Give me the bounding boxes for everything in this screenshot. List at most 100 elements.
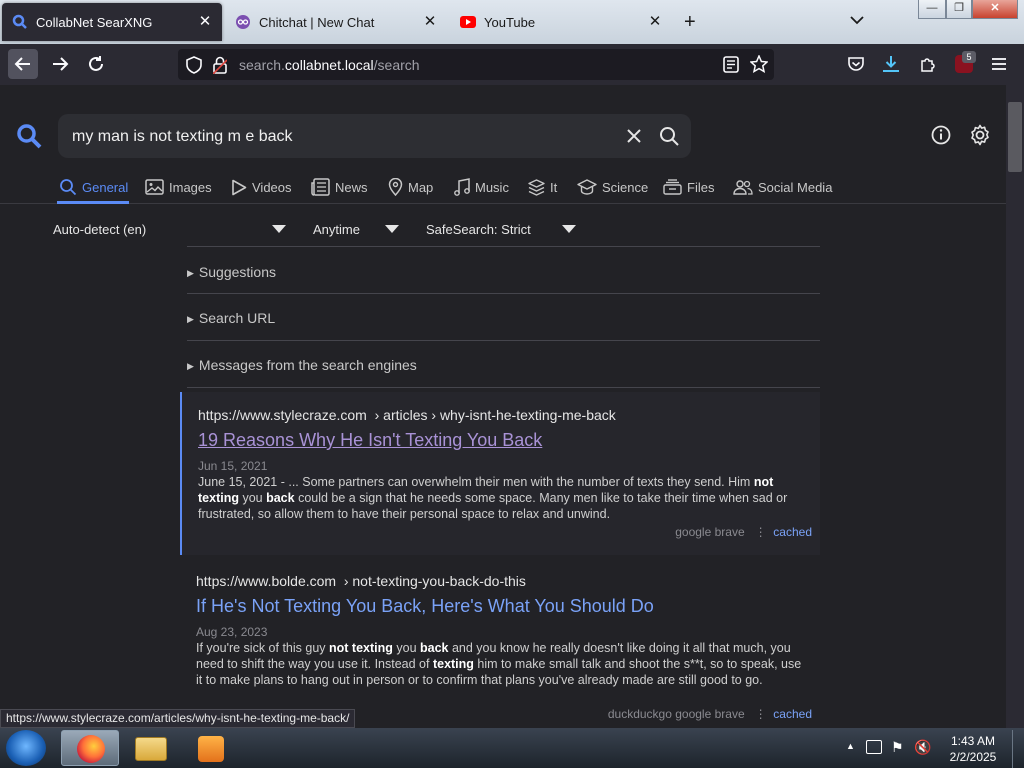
description-text: If you're sick of this guy <box>196 641 329 655</box>
start-button-windows-icon[interactable] <box>6 730 46 766</box>
chevron-down-icon[interactable] <box>850 15 864 25</box>
result-url[interactable]: https://www.bolde.com › not-texting-you-… <box>196 573 526 589</box>
image-icon <box>145 179 164 195</box>
action-center-flag-icon[interactable]: ⚑ <box>891 739 904 756</box>
show-desktop-button[interactable] <box>1012 730 1024 768</box>
category-it[interactable]: It <box>528 177 557 197</box>
tab-collabnet[interactable]: CollabNet SearXNG ✕ <box>2 3 222 41</box>
new-tab-plus-icon[interactable]: + <box>684 12 696 32</box>
search-icon <box>60 179 77 196</box>
settings-gear-icon[interactable] <box>969 124 991 146</box>
network-icon[interactable] <box>866 740 882 754</box>
category-label: Music <box>475 179 509 195</box>
extension-badge: 5 <box>962 51 976 63</box>
category-label: Files <box>687 179 715 195</box>
result-engines: google brave ⋮ cached <box>675 525 812 539</box>
close-icon[interactable]: ✕ <box>196 13 214 31</box>
lock-insecure-icon[interactable] <box>213 56 227 74</box>
expand-triangle-icon: ▶ <box>187 361 194 371</box>
map-pin-icon <box>388 178 403 196</box>
result-url-path: › not-texting-you-back-do-this <box>343 573 526 589</box>
firefox-icon <box>77 735 105 763</box>
search-input[interactable]: my man is not texting m e back <box>72 128 293 146</box>
category-science[interactable]: Science <box>577 177 648 197</box>
close-icon[interactable]: ✕ <box>421 13 439 31</box>
result-title-link[interactable]: If He's Not Texting You Back, Here's Wha… <box>196 596 654 617</box>
category-label: Science <box>602 179 649 195</box>
shield-icon[interactable] <box>186 56 202 74</box>
search-submit-icon[interactable] <box>659 126 679 146</box>
clear-search-icon[interactable] <box>627 129 641 143</box>
media-player-icon <box>198 736 224 762</box>
search-result: https://www.bolde.com › not-texting-you-… <box>180 558 820 728</box>
menu-hamburger-icon[interactable] <box>991 57 1007 71</box>
result-engines: duckduckgo google brave ⋮ cached <box>607 707 812 721</box>
minimize-button[interactable]: — <box>918 0 946 19</box>
info-icon[interactable] <box>931 125 951 145</box>
scrollbar-thumb[interactable] <box>1008 102 1022 172</box>
volume-muted-icon[interactable]: 🔇 <box>914 739 931 756</box>
language-select[interactable]: Auto-detect (en) <box>53 222 146 237</box>
scrollbar-track[interactable] <box>1006 85 1024 728</box>
expand-triangle-icon: ▶ <box>187 314 194 324</box>
category-videos[interactable]: Videos <box>231 177 292 197</box>
category-news[interactable]: News <box>311 177 368 197</box>
category-label: Images <box>169 179 212 195</box>
search-url-panel[interactable]: ▶ Search URL <box>187 310 275 326</box>
engine-list: google brave <box>675 525 745 539</box>
result-description: June 15, 2021 - ... Some partners can ov… <box>198 474 810 522</box>
engine-list: duckduckgo google brave <box>607 707 745 721</box>
taskbar-explorer[interactable] <box>122 730 180 766</box>
suggestions-panel[interactable]: ▶ Suggestions <box>187 264 276 280</box>
time-range-dropdown-icon[interactable] <box>385 225 399 233</box>
category-general[interactable]: General <box>59 177 128 197</box>
back-button[interactable] <box>8 49 38 79</box>
folder-icon <box>135 737 167 761</box>
arrow-right-icon <box>53 57 69 71</box>
time-range-select[interactable]: Anytime <box>313 222 360 237</box>
category-images[interactable]: Images <box>145 177 212 197</box>
result-description: If you're sick of this guy not texting y… <box>196 640 808 688</box>
divider <box>187 246 820 247</box>
result-title-link[interactable]: 19 Reasons Why He Isn't Texting You Back <box>198 430 542 451</box>
clock-time: 1:43 AM <box>950 734 996 748</box>
maximize-button[interactable]: ❐ <box>946 0 972 19</box>
close-icon[interactable]: ✕ <box>646 13 664 31</box>
cached-link[interactable]: cached <box>773 525 812 539</box>
safesearch-dropdown-icon[interactable] <box>562 225 576 233</box>
reload-button[interactable] <box>81 49 111 79</box>
download-icon[interactable] <box>882 55 900 73</box>
window-close-button[interactable]: ✕ <box>972 0 1018 19</box>
category-label: Map <box>408 179 434 195</box>
people-icon <box>733 180 753 195</box>
taskbar-clock[interactable]: 1:43 AM 2/2/2025 <box>944 733 1002 765</box>
forward-button[interactable] <box>45 49 75 79</box>
engine-messages-panel[interactable]: ▶ Messages from the search engines <box>187 357 417 373</box>
pocket-icon[interactable] <box>847 56 865 73</box>
safesearch-select[interactable]: SafeSearch: Strict <box>426 222 531 237</box>
searxng-logo-icon[interactable] <box>16 123 42 149</box>
play-icon <box>232 179 247 195</box>
newspaper-icon <box>311 178 330 196</box>
highlighted-term: back <box>266 491 295 505</box>
url-domain: collabnet.local <box>284 57 374 73</box>
tray-expand-icon[interactable]: ▲ <box>846 741 855 751</box>
result-url[interactable]: https://www.stylecraze.com › articles › … <box>198 407 616 423</box>
category-music[interactable]: Music <box>454 177 509 197</box>
taskbar-media-player[interactable] <box>183 730 241 766</box>
cached-link[interactable]: cached <box>773 707 812 721</box>
language-dropdown-icon[interactable] <box>272 225 286 233</box>
url-text[interactable]: search.collabnet.local/search <box>239 57 420 73</box>
bookmark-star-icon[interactable] <box>750 55 768 73</box>
result-url-host: https://www.stylecraze.com <box>198 407 367 423</box>
layers-icon <box>528 178 545 196</box>
category-social-media[interactable]: Social Media <box>733 177 832 197</box>
extensions-puzzle-icon[interactable] <box>919 55 937 73</box>
taskbar-firefox[interactable] <box>61 730 119 766</box>
reader-view-icon[interactable] <box>723 56 739 73</box>
result-date: Jun 15, 2021 <box>198 459 268 473</box>
category-files[interactable]: Files <box>663 177 714 197</box>
category-map[interactable]: Map <box>388 177 433 197</box>
tab-youtube[interactable]: YouTube ✕ <box>450 3 672 41</box>
tab-chitchat[interactable]: Chitchat | New Chat ✕ <box>225 3 447 41</box>
